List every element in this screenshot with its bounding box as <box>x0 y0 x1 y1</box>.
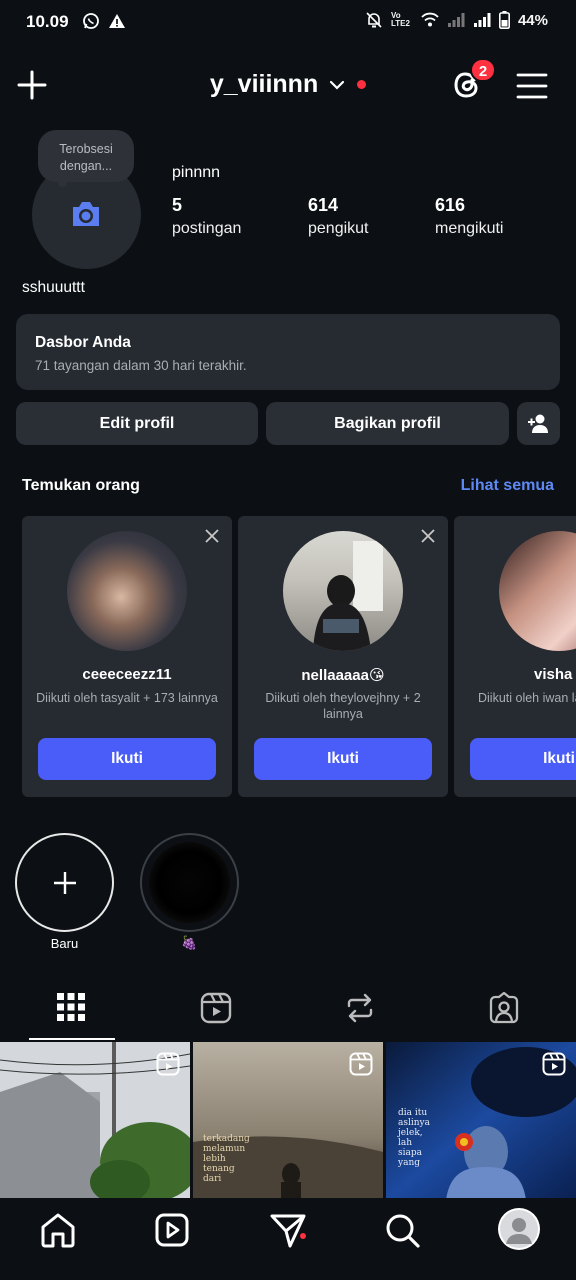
close-icon[interactable] <box>204 528 220 544</box>
suggestion-username[interactable]: ceeeceezz11 <box>22 666 232 683</box>
new-highlight-button[interactable] <box>15 833 114 932</box>
highlight-label: 🍇 <box>181 935 198 950</box>
followers-stat[interactable]: 614 pengikut <box>308 195 369 238</box>
active-tab-indicator <box>29 1038 115 1040</box>
posts-stat[interactable]: 5 postingan <box>172 195 241 238</box>
suggestion-avatar[interactable] <box>67 531 187 651</box>
status-right-icons: Vo LTE2 44% <box>365 11 548 29</box>
tab-tagged[interactable] <box>432 980 576 1040</box>
suggestion-card[interactable]: ceeeceezz11 Diikuti oleh tasyalit + 173 … <box>22 516 232 797</box>
dashboard-title: Dasbor Anda <box>35 334 131 351</box>
reels-icon <box>200 992 232 1024</box>
followers-label: pengikut <box>308 220 369 237</box>
suggestion-username[interactable]: visha <box>484 666 572 683</box>
messages-notification-dot <box>300 1233 306 1239</box>
notification-dot <box>357 80 367 89</box>
post-overlay-text: dia itu aslinya jelek, lah siapa yang <box>398 1108 430 1168</box>
following-count: 616 <box>435 195 466 215</box>
plus-icon <box>54 872 76 894</box>
profile-nav-avatar[interactable] <box>498 1208 540 1250</box>
tab-posts-grid[interactable] <box>0 980 144 1040</box>
posts-label: postingan <box>172 220 242 237</box>
dashboard-card[interactable]: Dasbor Anda 71 tayangan dalam 30 hari te… <box>16 314 560 390</box>
posts-count: 5 <box>172 195 183 215</box>
suggestion-subtitle: Diikuti oleh tasyalit + 173 lainnya <box>36 691 218 705</box>
bottom-navigation <box>0 1198 576 1280</box>
suggestion-subtitle: Diikuti oleh theylovejhny + 2 lainnya <box>265 691 421 721</box>
camera-icon <box>73 202 99 226</box>
dashboard-subtitle: 71 tayangan dalam 30 hari terakhir. <box>35 358 247 373</box>
search-icon[interactable] <box>382 1210 422 1250</box>
grid-post[interactable] <box>0 1042 190 1200</box>
reel-badge-icon <box>542 1052 566 1076</box>
home-icon[interactable] <box>38 1210 78 1250</box>
share-profile-button[interactable]: Bagikan profil <box>266 402 509 445</box>
suggestion-avatar[interactable] <box>283 531 403 651</box>
followers-count: 614 <box>308 195 339 215</box>
default-avatar-icon <box>500 1210 538 1248</box>
suggestion-username[interactable]: nellaaaaa😘 <box>238 666 448 684</box>
wifi-icon <box>421 12 439 27</box>
following-label: mengikuti <box>435 220 504 237</box>
battery-percent: 44% <box>517 11 548 29</box>
chevron-down-icon <box>329 80 344 90</box>
reel-badge-icon <box>156 1052 180 1076</box>
tab-reposts[interactable] <box>288 980 432 1040</box>
see-all-link[interactable]: Lihat semua <box>461 477 554 495</box>
grid-post[interactable]: dia itu aslinya jelek, lah siapa yang <box>386 1042 576 1200</box>
battery-icon <box>498 11 510 29</box>
mute-bell-icon <box>366 12 382 28</box>
suggestion-card[interactable]: visha Diikuti oleh iwan lainnya Ikuti <box>454 516 576 797</box>
add-person-icon <box>528 414 548 433</box>
menu-icon[interactable] <box>516 72 548 100</box>
story-highlight[interactable] <box>140 833 239 932</box>
status-left-icons <box>82 12 126 30</box>
whatsapp-icon <box>83 13 99 29</box>
suggestion-card[interactable]: nellaaaaa😘 Diikuti oleh theylovejhny + 2… <box>238 516 448 797</box>
edit-profile-button[interactable]: Edit profil <box>16 402 258 445</box>
profile-bio: sshuuuttt <box>22 279 85 296</box>
tagged-person-icon <box>489 992 519 1024</box>
discover-people-button[interactable] <box>517 402 560 445</box>
person-photo <box>313 541 383 651</box>
warning-icon <box>109 14 125 28</box>
new-highlight-label: Baru <box>50 936 79 951</box>
repost-icon <box>347 993 373 1023</box>
follow-button[interactable]: Ikuti <box>254 738 432 780</box>
profile-header: y_viiinnn 2 <box>0 56 576 120</box>
suggestion-avatar[interactable] <box>499 531 576 651</box>
reels-nav-icon[interactable] <box>152 1210 192 1250</box>
direct-messages-icon[interactable] <box>268 1210 308 1250</box>
profile-tabs <box>0 980 576 1040</box>
username: y_viiinnn <box>209 70 319 98</box>
follow-button[interactable]: Ikuti <box>470 738 576 780</box>
display-name: pinnnn <box>172 164 221 181</box>
status-bar: 10.09 Vo LTE2 44% <box>0 0 576 44</box>
grid-post[interactable]: terkadang melamun lebih tenang dari <box>193 1042 383 1200</box>
grid-icon <box>57 993 85 1021</box>
follow-button[interactable]: Ikuti <box>38 738 216 780</box>
following-stat[interactable]: 616 mengikuti <box>435 195 503 238</box>
network-label: Vo LTE2 <box>390 11 410 28</box>
signal-icon-1 <box>447 13 465 27</box>
post-overlay-text: terkadang melamun lebih tenang dari <box>203 1134 250 1184</box>
reel-badge-icon <box>349 1052 373 1076</box>
close-icon[interactable] <box>420 528 436 544</box>
tab-reels[interactable] <box>144 980 288 1040</box>
threads-badge: 2 <box>470 58 496 82</box>
profile-note[interactable]: Terobsesi dengan... <box>38 130 134 182</box>
highlight-cover <box>147 840 232 925</box>
suggestion-subtitle: Diikuti oleh iwan lainnya <box>478 691 576 705</box>
status-time: 10.09 <box>26 12 69 31</box>
signal-icon-2 <box>473 13 491 27</box>
discover-title: Temukan orang <box>22 477 140 494</box>
